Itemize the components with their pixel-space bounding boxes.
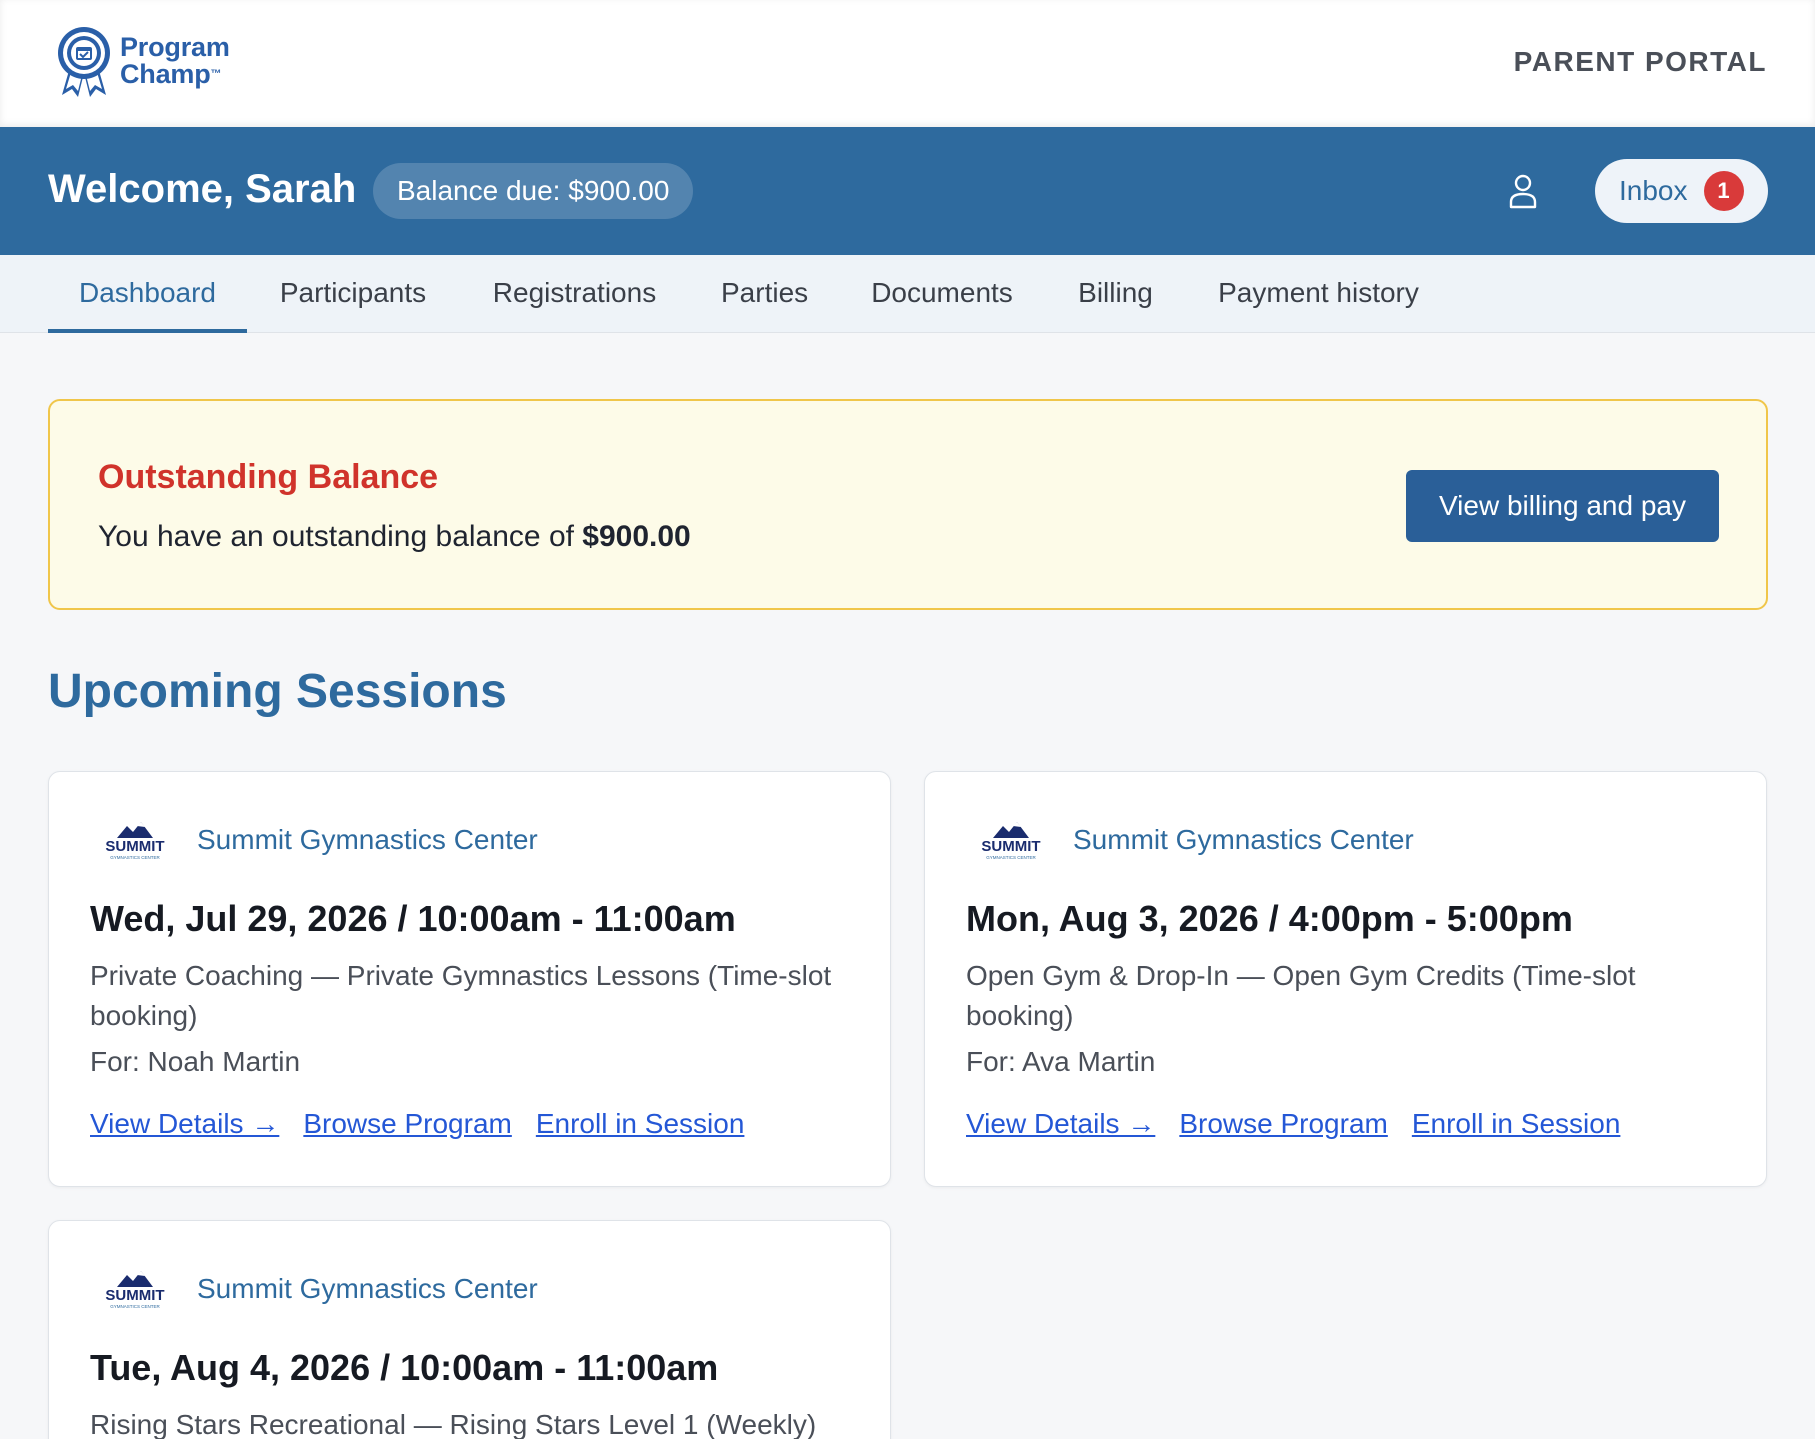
session-date: Tue, Aug 4, 2026 / 10:00am - 11:00am	[90, 1347, 719, 1388]
session-card: SUMMIT GYMNASTICS CENTER Summit Gymnasti…	[48, 1220, 891, 1439]
summit-logo-icon: SUMMIT GYMNASTICS CENTER	[105, 1271, 165, 1309]
summit-logo-subtext: GYMNASTICS CENTER	[110, 1304, 160, 1309]
tab-participants[interactable]: Participants	[279, 255, 427, 333]
card-header: SUMMIT GYMNASTICS CENTER Summit Gymnasti…	[973, 812, 1414, 868]
summit-logo-icon: SUMMIT GYMNASTICS CENTER	[981, 822, 1041, 860]
user-icon[interactable]	[1508, 173, 1538, 209]
alert-text: You have an outstanding balance of $900.…	[98, 520, 691, 554]
alert-title: Outstanding Balance	[98, 458, 439, 496]
welcome-title: Welcome, Sarah	[48, 167, 357, 211]
enroll-in-session-link[interactable]: Enroll in Session	[536, 1108, 745, 1140]
inbox-count-badge: 1	[1703, 171, 1744, 211]
summit-logo-text: SUMMIT	[105, 1287, 164, 1304]
portal-label: PARENT PORTAL	[1513, 46, 1767, 77]
summit-logo-icon: SUMMIT GYMNASTICS CENTER	[105, 822, 165, 860]
card-header: SUMMIT GYMNASTICS CENTER Summit Gymnasti…	[97, 1261, 538, 1317]
tab-billing[interactable]: Billing	[1078, 255, 1153, 333]
outstanding-balance-alert: Outstanding Balance You have an outstand…	[48, 399, 1768, 610]
org-name[interactable]: Summit Gymnastics Center	[197, 824, 538, 856]
summit-logo-text: SUMMIT	[981, 838, 1040, 855]
session-links: View Details → Browse Program Enroll in …	[966, 1108, 1620, 1140]
session-card: SUMMIT GYMNASTICS CENTER Summit Gymnasti…	[48, 771, 891, 1187]
program-champ-logo[interactable]: Program Champ™	[52, 22, 242, 100]
summit-logo-text: SUMMIT	[105, 838, 164, 855]
tab-parties[interactable]: Parties	[721, 255, 808, 333]
summit-logo-subtext: GYMNASTICS CENTER	[986, 855, 1036, 860]
inbox-label: Inbox	[1619, 175, 1688, 206]
browse-program-link[interactable]: Browse Program	[303, 1108, 512, 1140]
session-description: Open Gym & Drop-In — Open Gym Credits (T…	[966, 960, 1636, 1031]
card-header: SUMMIT GYMNASTICS CENTER Summit Gymnasti…	[97, 812, 538, 868]
session-description: Rising Stars Recreational — Rising Stars…	[90, 1409, 817, 1439]
session-participant: For: Ava Martin	[966, 1046, 1156, 1077]
session-participant: For: Noah Martin	[90, 1046, 301, 1077]
summit-logo-subtext: GYMNASTICS CENTER	[110, 855, 160, 860]
tab-payment-history[interactable]: Payment history	[1217, 255, 1420, 333]
welcome-bar: Welcome, Sarah Balance due: $900.00 Inbo…	[0, 127, 1815, 255]
upcoming-sessions-title: Upcoming Sessions	[48, 665, 507, 718]
session-links: View Details → Browse Program Enroll in …	[90, 1108, 744, 1140]
balance-due-pill: Balance due: $900.00	[373, 163, 694, 219]
view-details-link[interactable]: View Details →	[90, 1108, 279, 1140]
view-billing-button[interactable]: View billing and pay	[1406, 470, 1719, 542]
nav-tabs: Dashboard Participants Registrations Par…	[0, 255, 1815, 333]
tab-dashboard[interactable]: Dashboard	[48, 255, 247, 333]
alert-amount: $900.00	[582, 520, 691, 553]
logo-tm: ™	[210, 68, 222, 80]
browse-program-link[interactable]: Browse Program	[1179, 1108, 1388, 1140]
tab-registrations[interactable]: Registrations	[492, 255, 657, 333]
logo-line1: Program	[120, 32, 230, 62]
award-ribbon-icon	[58, 27, 110, 97]
view-details-link[interactable]: View Details →	[966, 1108, 1155, 1140]
enroll-in-session-link[interactable]: Enroll in Session	[1412, 1108, 1621, 1140]
session-description: Private Coaching — Private Gymnastics Le…	[90, 960, 832, 1031]
top-bar: Program Champ™ PARENT PORTAL	[0, 0, 1815, 127]
session-card: SUMMIT GYMNASTICS CENTER Summit Gymnasti…	[924, 771, 1767, 1187]
session-date: Wed, Jul 29, 2026 / 10:00am - 11:00am	[90, 898, 736, 939]
alert-text-prefix: You have an outstanding balance of	[98, 520, 583, 553]
inbox-button[interactable]: Inbox 1	[1595, 159, 1768, 223]
org-name[interactable]: Summit Gymnastics Center	[197, 1273, 538, 1305]
org-name[interactable]: Summit Gymnastics Center	[1073, 824, 1414, 856]
logo-wordmark: Program Champ™	[120, 34, 230, 88]
session-date: Mon, Aug 3, 2026 / 4:00pm - 5:00pm	[966, 898, 1573, 939]
logo-line2: Champ	[120, 59, 211, 89]
tab-documents[interactable]: Documents	[869, 255, 1015, 333]
